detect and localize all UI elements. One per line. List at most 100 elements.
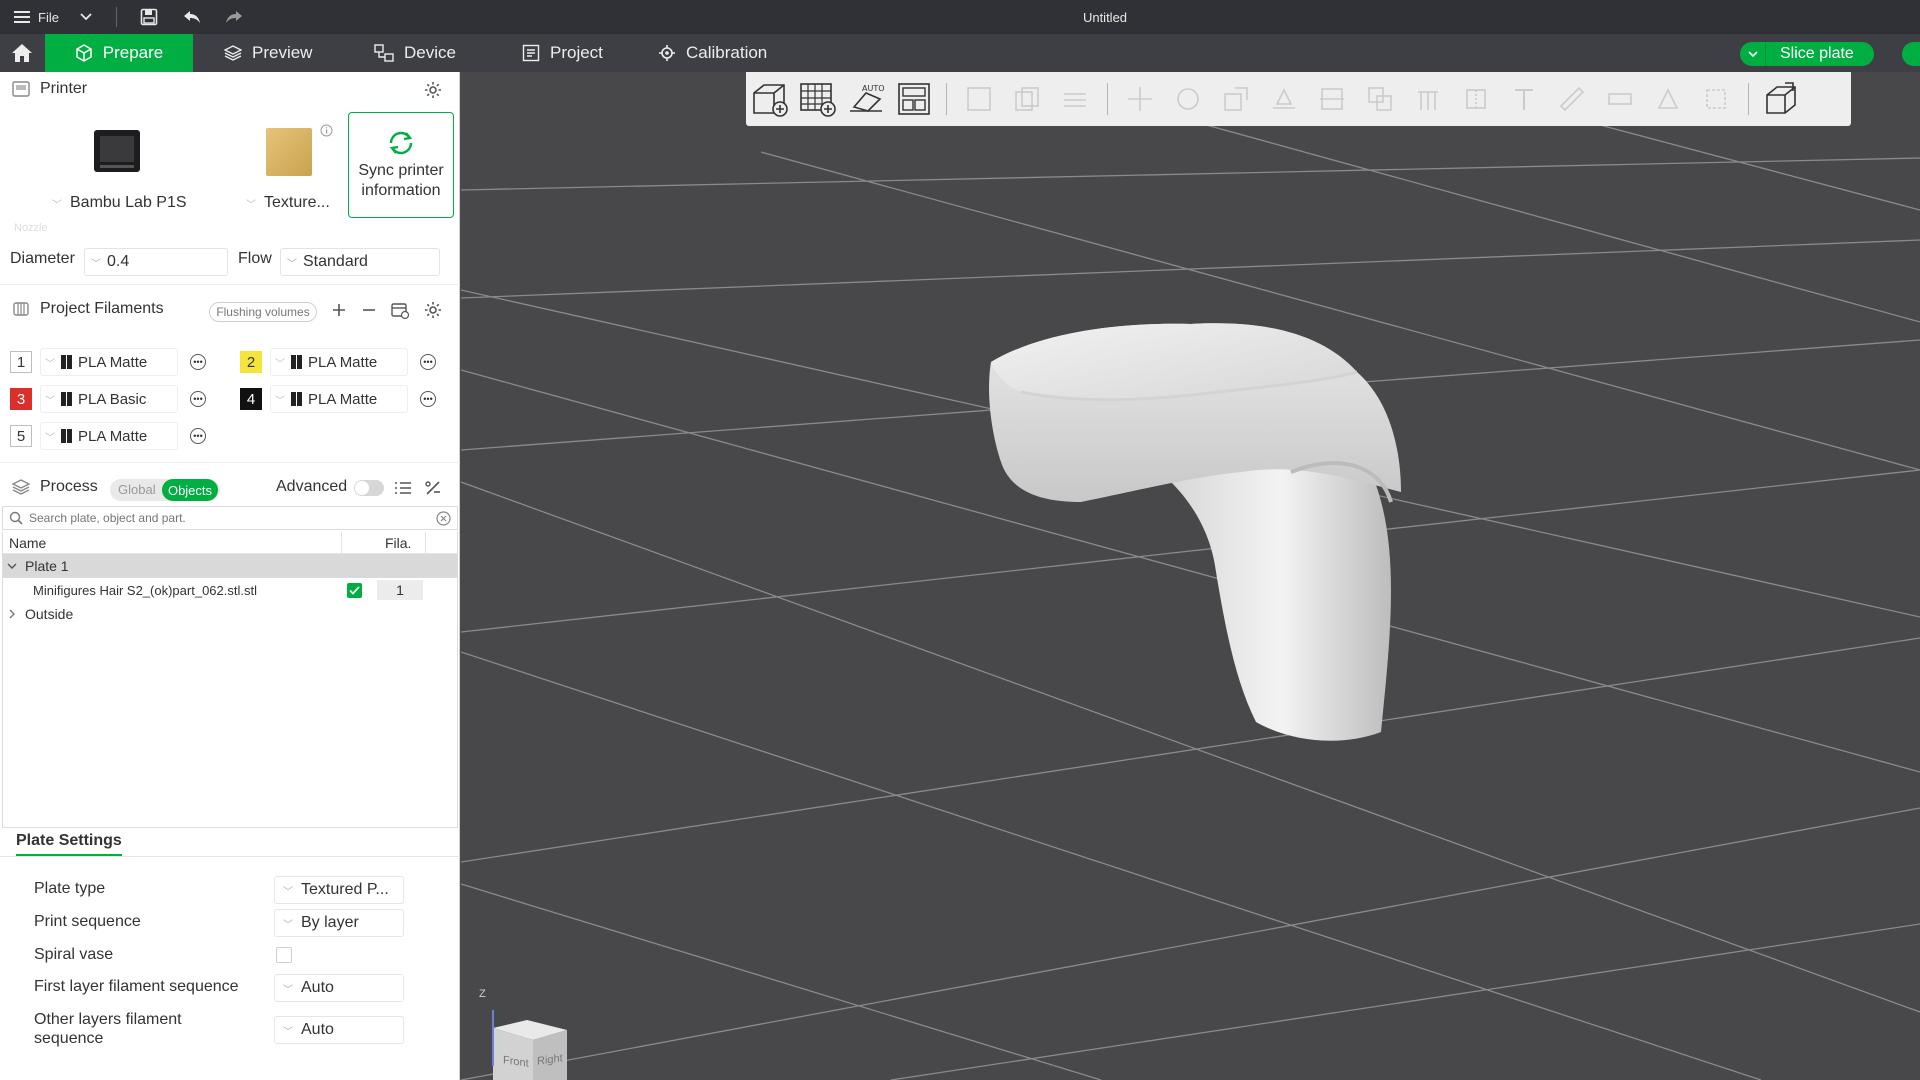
process-section-title: Process	[40, 478, 98, 495]
column-name-header[interactable]: Name	[9, 535, 46, 551]
tab-device[interactable]: Device	[362, 34, 468, 72]
file-dropdown-button[interactable]	[80, 0, 92, 34]
remove-filament-button[interactable]	[360, 301, 378, 319]
filament-number[interactable]: 2	[240, 351, 262, 373]
assembly-button[interactable]	[1596, 75, 1644, 123]
file-menu[interactable]: File	[14, 0, 59, 34]
slice-plate-button[interactable]: Slice plate	[1740, 42, 1874, 66]
chevron-down-icon[interactable]	[7, 563, 19, 570]
slice-dropdown-arrow[interactable]	[1740, 42, 1766, 66]
spiral-vase-checkbox[interactable]	[276, 947, 292, 963]
add-plate-button[interactable]	[794, 75, 842, 123]
compare-button[interactable]	[424, 480, 442, 496]
object-filament-select[interactable]: 1	[377, 580, 423, 600]
scale-tool-button[interactable]	[1212, 75, 1260, 123]
add-filament-button[interactable]	[330, 301, 348, 319]
clear-search-icon[interactable]	[436, 511, 451, 526]
filament-slot-4[interactable]: 4 ﹀ PLA Matte •••	[240, 384, 436, 414]
global-option[interactable]: Global	[118, 482, 156, 497]
title-bar: File Untitled	[0, 0, 1920, 34]
printer-settings-button[interactable]	[424, 81, 442, 99]
add-object-button[interactable]	[746, 75, 794, 123]
sync-printer-button[interactable]: Sync printer information	[348, 112, 454, 218]
column-fila-header[interactable]: Fila.	[385, 535, 411, 551]
filament-select[interactable]: ﹀ PLA Matte	[270, 348, 408, 376]
process-layers-icon	[12, 478, 30, 496]
tab-project[interactable]: Project	[510, 34, 615, 72]
flushing-volumes-button[interactable]: Flushing volumes	[209, 302, 317, 322]
move-tool-button[interactable]	[1116, 75, 1164, 123]
more-options-icon[interactable]: •••	[420, 354, 436, 370]
mesh-boolean-button[interactable]	[1356, 75, 1404, 123]
seam-paint-button[interactable]	[1452, 75, 1500, 123]
filament-slot-5[interactable]: 5 ﹀ PLA Matte •••	[10, 421, 206, 451]
split-objects-button[interactable]	[955, 75, 1003, 123]
print-plate-button[interactable]	[1902, 42, 1920, 66]
table-row[interactable]: Minifigures Hair S2_(ok)part_062.stl.stl…	[3, 578, 457, 602]
rotate-tool-button[interactable]	[1164, 75, 1212, 123]
print-sequence-label: Print sequence	[34, 913, 141, 930]
assembly-icon	[1605, 84, 1635, 114]
object-visible-checkbox[interactable]	[347, 583, 362, 598]
filament-slot-3[interactable]: 3 ﹀ PLA Basic •••	[10, 384, 206, 414]
plate-preset-card[interactable]: ﹀ Texture...	[240, 112, 340, 232]
tab-preview[interactable]: Preview	[212, 34, 324, 72]
filament-select[interactable]: ﹀ PLA Matte	[40, 422, 178, 450]
tab-prepare[interactable]: Prepare	[45, 34, 193, 72]
layers-button[interactable]	[1051, 75, 1099, 123]
more-options-icon[interactable]: •••	[420, 391, 436, 407]
more-options-icon[interactable]: •••	[190, 391, 206, 407]
advanced-toggle[interactable]	[354, 480, 384, 496]
outside-row[interactable]: Outside	[3, 602, 457, 626]
more-options-icon[interactable]: •••	[190, 428, 206, 444]
object-search-box[interactable]	[2, 506, 458, 530]
copy-button[interactable]	[1003, 75, 1051, 123]
filament-select[interactable]: ﹀ PLA Matte	[40, 348, 178, 376]
brim-ears-button[interactable]	[1644, 75, 1692, 123]
filament-select[interactable]: ﹀ PLA Basic	[40, 385, 178, 413]
undo-button[interactable]	[182, 0, 202, 34]
printer-preset-card[interactable]: ﹀ Bambu Lab P1S	[10, 112, 250, 232]
diameter-select[interactable]: ﹀ 0.4	[84, 248, 228, 276]
process-scope-toggle[interactable]: Global Objects	[110, 479, 220, 501]
filament-slot-1[interactable]: 1 ﹀ PLA Matte •••	[10, 347, 206, 377]
cut-tool-button[interactable]	[1308, 75, 1356, 123]
filament-slot-2[interactable]: 2 ﹀ PLA Matte •••	[240, 347, 436, 377]
filament-number[interactable]: 4	[240, 388, 262, 410]
3d-viewport[interactable]: AUTO Z Front Right	[461, 72, 1920, 1080]
tab-plate-settings[interactable]: Plate Settings	[16, 832, 122, 856]
text-tool-button[interactable]	[1500, 75, 1548, 123]
chevron-right-icon[interactable]	[9, 609, 21, 619]
info-icon[interactable]	[320, 124, 333, 137]
flow-select[interactable]: ﹀ Standard	[280, 248, 440, 276]
filament-number[interactable]: 1	[10, 351, 32, 373]
view-cube[interactable]: Z Front Right	[473, 988, 573, 1080]
home-button[interactable]	[0, 34, 44, 72]
fuzzy-skin-button[interactable]	[1692, 75, 1740, 123]
arrange-button[interactable]	[890, 75, 938, 123]
plate-row[interactable]: Plate 1	[3, 554, 457, 578]
chevron-down-icon: ﹀	[275, 395, 285, 407]
measure-tool-button[interactable]	[1548, 75, 1596, 123]
print-sequence-select[interactable]: ﹀ By layer	[274, 909, 404, 937]
filament-number[interactable]: 5	[10, 425, 32, 447]
tab-calibration[interactable]: Calibration	[646, 34, 779, 72]
objects-option[interactable]: Objects	[162, 479, 218, 501]
redo-button[interactable]	[224, 0, 244, 34]
filament-settings-button[interactable]	[424, 301, 442, 319]
view-mode-button[interactable]	[1757, 75, 1805, 123]
plate-type-select[interactable]: ﹀ Textured P...	[274, 876, 404, 904]
first-layer-sequence-select[interactable]: ﹀ Auto	[274, 974, 404, 1002]
other-layers-sequence-select[interactable]: ﹀ Auto	[274, 1016, 404, 1044]
filament-sync-button[interactable]	[390, 300, 410, 320]
search-input[interactable]	[29, 511, 429, 525]
list-view-button[interactable]	[394, 480, 412, 496]
save-button[interactable]	[140, 0, 158, 34]
lay-on-face-button[interactable]	[1260, 75, 1308, 123]
support-paint-button[interactable]	[1404, 75, 1452, 123]
filament-number[interactable]: 3	[10, 388, 32, 410]
more-options-icon[interactable]: •••	[190, 354, 206, 370]
filament-select[interactable]: ﹀ PLA Matte	[270, 385, 408, 413]
auto-orient-button[interactable]: AUTO	[842, 75, 890, 123]
model-3d-object[interactable]	[961, 302, 1481, 802]
